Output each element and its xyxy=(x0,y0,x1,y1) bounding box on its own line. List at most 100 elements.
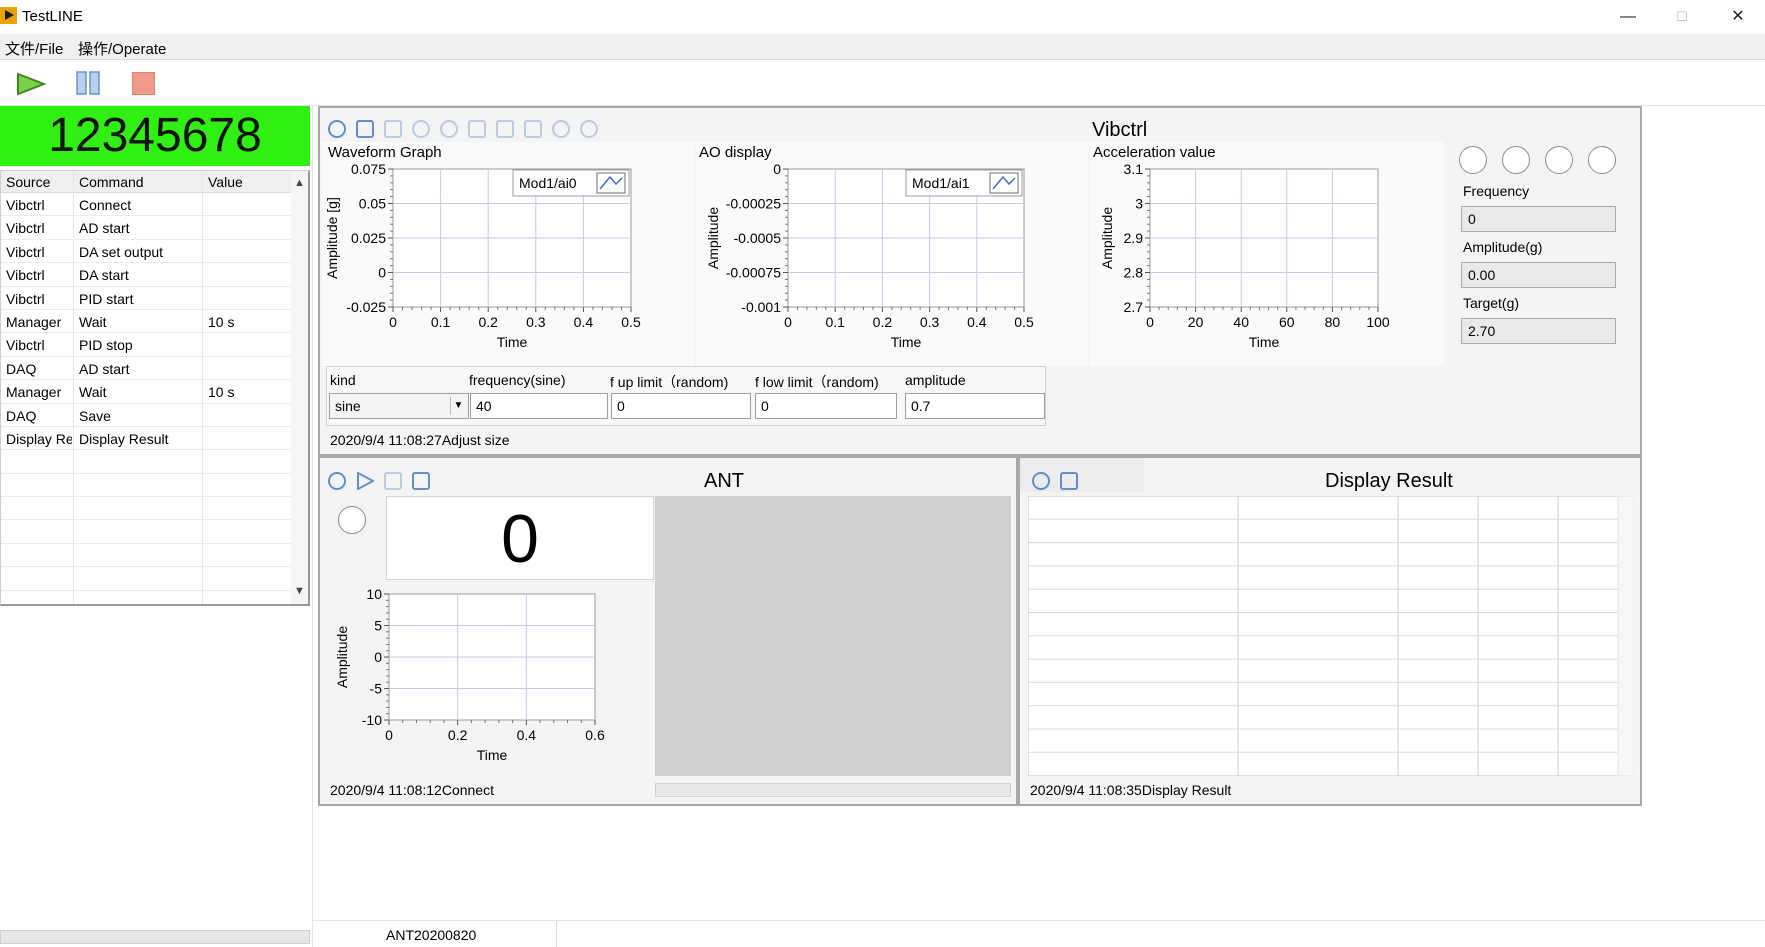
status-led-2 xyxy=(1502,146,1530,174)
f-low-limit-input[interactable]: 0 xyxy=(755,393,897,419)
close-button[interactable]: ✕ xyxy=(1718,4,1758,30)
x-axis-label: Time xyxy=(497,334,528,350)
settings-icon[interactable] xyxy=(1032,472,1050,490)
cell-command: PID start xyxy=(79,290,134,307)
frequency-sine-input[interactable]: 40 xyxy=(470,393,608,419)
y-tick-label: -10 xyxy=(362,712,382,728)
pause-icon[interactable] xyxy=(76,71,100,95)
check-icon[interactable] xyxy=(412,120,430,138)
vibctrl-panel: Vibctrl Waveform Graph 0 0.1 0.2 0.3 0.4 0.5 0… xyxy=(318,106,1642,456)
table-row[interactable]: Manager Wait 10 s xyxy=(1,310,291,334)
status-led-4 xyxy=(1588,146,1616,174)
ao-display-title: AO display xyxy=(699,144,772,161)
table-row[interactable] xyxy=(1,474,291,498)
status-led-1 xyxy=(1459,146,1487,174)
x-tick-label: 80 xyxy=(1325,314,1341,330)
table-row[interactable]: Vibctrl AD start xyxy=(1,216,291,240)
clear-icon[interactable] xyxy=(524,120,542,138)
maximize-button[interactable]: ☐ xyxy=(1662,4,1702,30)
table-row[interactable]: DAQ Save xyxy=(1,404,291,427)
table-scrollbar[interactable]: ▲ ▼ xyxy=(291,171,308,604)
waveform-chart: 0 0.1 0.2 0.3 0.4 0.50.0750.050.0250-0.025Tim… xyxy=(324,161,641,350)
settings-icon[interactable] xyxy=(328,120,346,138)
table-row[interactable]: Vibctrl Connect xyxy=(1,193,291,217)
target-label: Target(g) xyxy=(1463,295,1520,311)
menu-file[interactable]: 文件/File xyxy=(5,38,63,59)
table-row[interactable] xyxy=(1,450,291,474)
x-tick-label: 0 xyxy=(385,727,393,743)
ant-progress-bar xyxy=(655,783,1011,797)
table-row[interactable] xyxy=(1,520,291,544)
table-row[interactable]: DAQ AD start xyxy=(1,357,291,381)
cell-source: Manager xyxy=(6,384,62,401)
x-tick-label: 0.1 xyxy=(431,314,451,330)
x-tick-label: 0.1 xyxy=(825,314,845,330)
cell-value: 10 s xyxy=(208,313,235,330)
table-row[interactable] xyxy=(1,567,291,591)
scroll-up-icon[interactable]: ▲ xyxy=(294,177,305,189)
x-tick-label: 100 xyxy=(1366,314,1390,330)
kind-label: kind xyxy=(330,372,356,388)
export-icon[interactable] xyxy=(384,120,402,138)
open-folder-icon[interactable] xyxy=(356,120,374,138)
stop-icon[interactable] xyxy=(132,72,155,95)
run-icon[interactable] xyxy=(16,72,46,96)
x-tick-label: 0 xyxy=(1146,314,1154,330)
amplitude-label: Amplitude(g) xyxy=(1463,239,1543,255)
x-tick-label: 0.4 xyxy=(517,727,537,743)
ant-big-value: 0 xyxy=(386,496,654,580)
cancel-icon[interactable] xyxy=(440,120,458,138)
y-tick-label: 10 xyxy=(366,586,382,602)
minimize-button[interactable]: — xyxy=(1608,4,1648,30)
table-row[interactable]: Vibctrl DA start xyxy=(1,263,291,287)
horizontal-scrollbar[interactable] xyxy=(0,930,310,944)
cell-command: PID stop xyxy=(79,337,133,354)
scroll-down-icon[interactable]: ▼ xyxy=(294,585,305,597)
menu-operate[interactable]: 操作/Operate xyxy=(78,38,166,59)
app-logo-icon xyxy=(0,7,17,24)
amplitude-param-label: amplitude xyxy=(905,372,966,388)
settings-icon[interactable] xyxy=(328,472,346,490)
play-icon[interactable] xyxy=(356,472,374,490)
ao-display-graph: AO display 0 0.1 0.2 0.3 0.4 0.5 0 -0.00025 -0.0… xyxy=(696,142,1088,366)
legend-plot-icon xyxy=(989,172,1019,194)
vibctrl-title: Vibctrl xyxy=(1092,119,1148,141)
cell-source: Vibctrl xyxy=(6,290,45,307)
y-tick-label: 3 xyxy=(1135,196,1143,212)
table-row[interactable]: Display Re Display Result xyxy=(1,427,291,451)
table-row[interactable] xyxy=(1,497,291,521)
x-tick-label: 20 xyxy=(1188,314,1204,330)
save-icon[interactable] xyxy=(412,472,430,490)
monitor-icon[interactable] xyxy=(468,120,486,138)
refresh-icon[interactable] xyxy=(552,120,570,138)
y-tick-label: 0 xyxy=(773,161,781,177)
y-axis-label: Amplitude xyxy=(334,626,350,688)
table-row[interactable]: Vibctrl PID start xyxy=(1,287,291,310)
f-low-limit-label: f low limit（random) xyxy=(755,374,879,390)
disable-icon[interactable] xyxy=(580,120,598,138)
x-tick-label: 0.2 xyxy=(448,727,468,743)
y-tick-label: 0.075 xyxy=(351,161,386,177)
cell-command: DA start xyxy=(79,267,129,284)
cell-source: Vibctrl xyxy=(6,197,45,213)
frequency-sine-label: frequency(sine) xyxy=(469,372,566,388)
display-result-title: Display Result xyxy=(1325,470,1453,492)
result-table[interactable] xyxy=(1028,496,1634,776)
x-tick-label: 0.2 xyxy=(873,314,893,330)
y-axis-label: Amplitude xyxy=(1099,207,1115,269)
table-row[interactable] xyxy=(1,544,291,568)
amplitude-param-input[interactable]: 0.7 xyxy=(905,393,1045,419)
table-row[interactable]: Manager Wait 10 s xyxy=(1,380,291,404)
pause-icon[interactable] xyxy=(384,472,402,490)
command-table[interactable]: Source Command Value Vibctrl Connect Vibct… xyxy=(0,170,310,606)
kind-select[interactable]: sine ▼ xyxy=(329,393,469,419)
cell-command: Connect xyxy=(79,197,132,213)
chevron-down-icon[interactable]: ▼ xyxy=(450,397,466,415)
inspect-icon[interactable] xyxy=(1060,472,1078,490)
table-row[interactable]: Vibctrl PID stop xyxy=(1,333,291,357)
f-up-limit-input[interactable]: 0 xyxy=(611,393,751,419)
edit-icon[interactable] xyxy=(496,120,514,138)
table-row[interactable]: Vibctrl DA set output xyxy=(1,240,291,264)
cell-command: Display Result xyxy=(79,430,169,447)
command-rows: Vibctrl Connect Vibctrl AD start Vibctrl DA s… xyxy=(1,193,291,591)
